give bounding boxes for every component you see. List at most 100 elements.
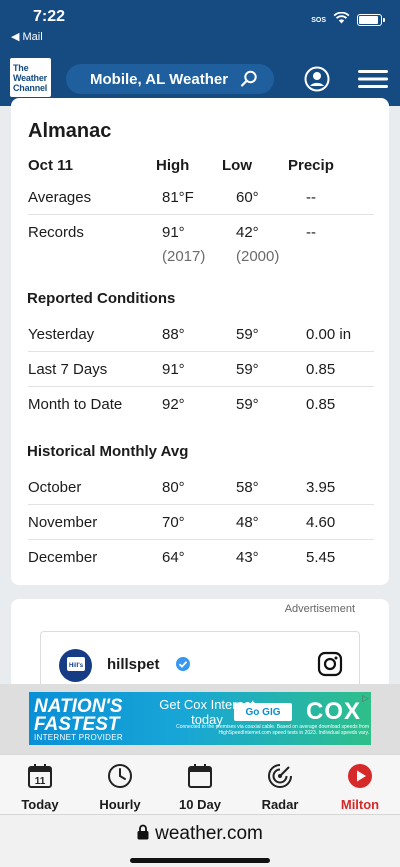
nav-hourly[interactable]: Hourly xyxy=(80,755,160,814)
low-value: 43° xyxy=(236,549,259,566)
top-header: 7:22 ◀ Mail SOS The Weather Channel Mobi… xyxy=(0,0,400,106)
high-value: 81°F xyxy=(162,189,194,206)
nav-label: Radar xyxy=(261,797,299,812)
location-search-button[interactable]: Mobile, AL Weather xyxy=(66,64,274,94)
high-header: High xyxy=(156,157,190,174)
location-label: Mobile, AL Weather xyxy=(90,70,229,88)
nav-label: Today xyxy=(21,797,59,812)
browser-address-bar[interactable]: weather.com xyxy=(0,814,400,867)
low-value: 59° xyxy=(236,396,259,413)
low-value: 59° xyxy=(236,326,259,343)
search-icon xyxy=(240,70,258,92)
row-label: Records xyxy=(28,224,84,241)
avatar[interactable]: Hill's xyxy=(59,649,92,682)
almanac-card: Almanac Oct 11 High Low Precip Averages … xyxy=(11,98,389,585)
precip-value: 0.85 xyxy=(306,361,336,378)
status-indicators: SOS xyxy=(311,11,385,29)
cox-banner-ad[interactable]: NATION'S FASTEST INTERNET PROVIDER Get C… xyxy=(29,692,371,745)
logo-line: The xyxy=(13,62,29,73)
home-indicator xyxy=(130,858,270,863)
low-record-year: (2000) xyxy=(236,248,280,265)
back-to-mail-link[interactable]: ◀ Mail xyxy=(11,30,43,43)
status-time: 7:22 xyxy=(33,8,66,25)
date-header: Oct 11 xyxy=(28,157,74,174)
adchoices-icon[interactable]: ▷ xyxy=(362,693,369,704)
url-text: weather.com xyxy=(155,823,263,844)
banner-headline-2: FASTEST xyxy=(34,714,120,735)
row-label: Averages xyxy=(28,189,92,206)
precip-value: 3.95 xyxy=(306,479,336,496)
account-name[interactable]: hillspet xyxy=(107,656,160,673)
wifi-icon xyxy=(333,11,350,29)
banner-subline: INTERNET PROVIDER xyxy=(34,733,123,742)
account-icon[interactable] xyxy=(304,66,330,97)
row-label: December xyxy=(28,549,98,566)
hamburger-menu-icon[interactable] xyxy=(358,70,388,93)
nav-label: Milton xyxy=(340,797,380,812)
verified-badge-icon xyxy=(175,656,191,677)
nav-label: 10 Day xyxy=(179,797,221,812)
precip-value: 0.85 xyxy=(306,396,336,413)
table-row: December 64° 43° 5.45 xyxy=(28,540,374,575)
logo-line: Channel xyxy=(13,82,48,93)
sos-label: SOS xyxy=(311,16,326,24)
radar-icon xyxy=(267,763,293,794)
row-label: Yesterday xyxy=(28,326,95,343)
logo-line: Weather xyxy=(13,72,47,83)
table-row: Yesterday 88° 59° 0.00 in xyxy=(28,317,374,352)
high-value: 88° xyxy=(162,326,185,343)
precip-value: 0.00 in xyxy=(306,326,352,343)
table-row: October 80° 58° 3.95 xyxy=(28,470,374,505)
calendar-icon: 11 xyxy=(27,763,53,794)
nav-10-day[interactable]: 10 Day xyxy=(160,755,240,814)
high-record-year: (2017) xyxy=(162,248,206,265)
precip-header: Precip xyxy=(288,157,334,174)
nav-milton[interactable]: Milton xyxy=(320,755,400,814)
clock-icon xyxy=(107,763,133,794)
low-value: 48° xyxy=(236,514,259,531)
low-value: 59° xyxy=(236,361,259,378)
reported-conditions-title: Reported Conditions xyxy=(27,290,176,307)
high-value: 91° xyxy=(162,361,185,378)
nav-label: Hourly xyxy=(99,797,141,812)
low-value: 60° xyxy=(236,189,259,206)
averages-row: Averages 81°F 60° -- xyxy=(28,180,374,215)
precip-value: 4.60 xyxy=(306,514,336,531)
low-value: 42° xyxy=(236,224,259,241)
bottom-navigation: 11 Today Hourly 10 Day Radar Milton xyxy=(0,754,400,814)
table-row: Last 7 Days 91° 59° 0.85 xyxy=(28,352,374,387)
table-row: Month to Date 92° 59° 0.85 xyxy=(28,387,374,422)
records-row: Records 91° 42° -- (2017) (2000) xyxy=(28,215,374,275)
low-header: Low xyxy=(222,157,252,174)
go-gig-button[interactable]: Go GIG xyxy=(234,703,292,721)
nav-radar[interactable]: Radar xyxy=(240,755,320,814)
row-label: November xyxy=(28,514,98,531)
row-label: October xyxy=(28,479,82,496)
cox-logo: COX xyxy=(305,698,361,725)
lock-icon xyxy=(137,824,149,846)
calendar-day: 11 xyxy=(35,776,46,787)
almanac-title: Almanac xyxy=(28,120,112,142)
row-label: Month to Date xyxy=(28,396,123,413)
weather-channel-logo[interactable]: The Weather Channel xyxy=(10,58,51,97)
almanac-header-row: Oct 11 High Low Precip xyxy=(28,148,374,183)
banner-ad-container: NATION'S FASTEST INTERNET PROVIDER Get C… xyxy=(0,684,400,754)
precip-value: -- xyxy=(306,224,316,241)
low-value: 58° xyxy=(236,479,259,496)
avatar-text: Hill's xyxy=(68,663,83,669)
url-display[interactable]: weather.com xyxy=(0,823,400,846)
instagram-icon[interactable] xyxy=(317,651,343,682)
battery-icon xyxy=(357,14,385,26)
calendar-grid-icon xyxy=(187,763,213,794)
high-value: 80° xyxy=(162,479,185,496)
high-value: 91° xyxy=(162,224,185,241)
precip-value: 5.45 xyxy=(306,549,336,566)
row-label: Last 7 Days xyxy=(28,361,108,378)
high-value: 92° xyxy=(162,396,185,413)
advertisement-label: Advertisement xyxy=(284,603,355,615)
precip-value: -- xyxy=(306,189,316,206)
high-value: 70° xyxy=(162,514,185,531)
high-value: 64° xyxy=(162,549,185,566)
nav-today[interactable]: 11 Today xyxy=(0,755,80,814)
table-row: November 70° 48° 4.60 xyxy=(28,505,374,540)
